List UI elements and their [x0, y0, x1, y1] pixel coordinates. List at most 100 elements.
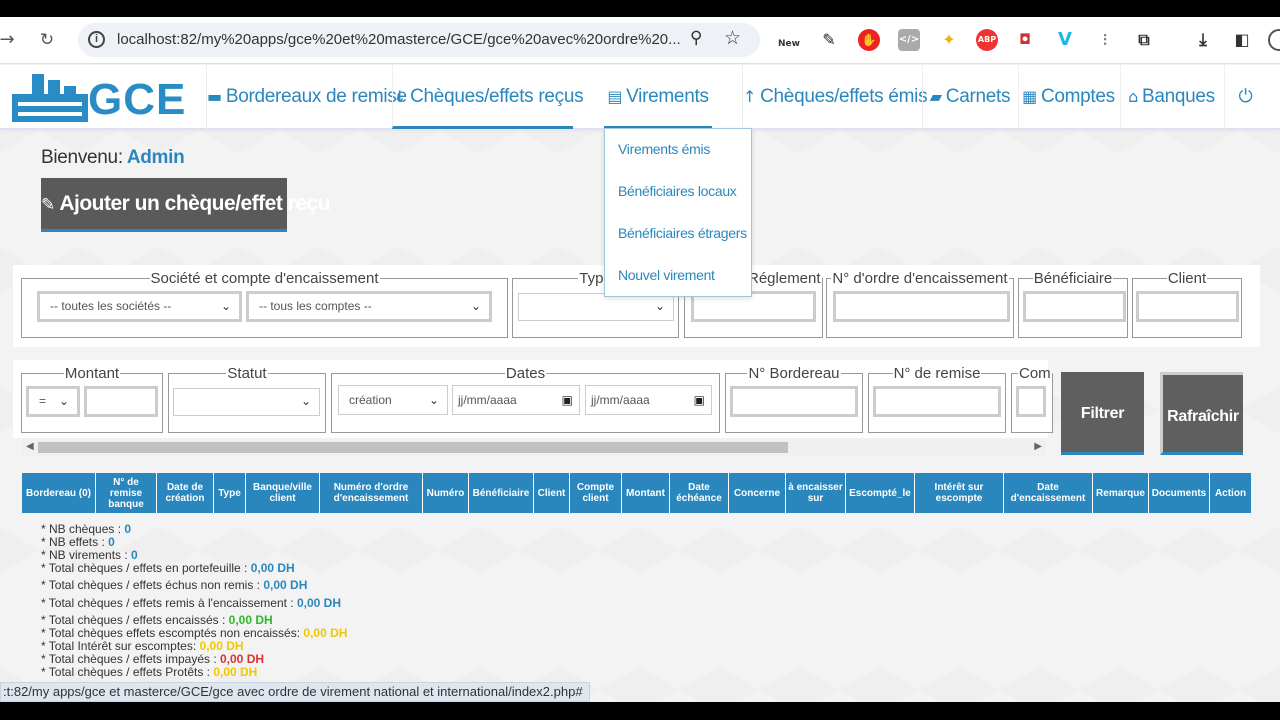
dropdown-virements-emis[interactable]: Virements émis [618, 141, 710, 157]
th-compte-client[interactable]: Compte client [570, 473, 622, 513]
browser-toolbar: → ↻ i localhost:82/my%20apps/gce%20et%20… [0, 17, 1280, 64]
stat-line: * Total chèques / effets en portefeuille… [41, 561, 295, 575]
dropdown-beneficiaires-locaux[interactable]: Bénéficiaires locaux [618, 183, 737, 199]
compte-select[interactable]: -- tous les comptes -- ⌄ [246, 291, 492, 322]
profile-icon[interactable] [1268, 29, 1280, 51]
address-text[interactable]: localhost:82/my%20apps/gce%20et%20master… [117, 31, 681, 48]
com-input[interactable] [1016, 386, 1046, 417]
scroll-left-icon[interactable]: ◀ [26, 441, 34, 452]
site-info-icon[interactable]: i [88, 31, 105, 48]
th-escompte-le[interactable]: Escompté_le [846, 473, 915, 513]
refresh-button[interactable]: Rafraîchir [1160, 372, 1243, 455]
beneficiaire-input[interactable] [1023, 291, 1126, 322]
zoom-icon[interactable]: ⚲ [690, 28, 702, 48]
th-date-echeance[interactable]: Date échéance [670, 473, 729, 513]
address-bar[interactable]: i localhost:82/my%20apps/gce%20et%20mast… [78, 23, 760, 57]
stat-line: * Total chèques / effets Protêts : 0,00 … [41, 665, 257, 679]
montant-input[interactable] [84, 386, 158, 417]
stat-line: * Total chèques / effets encaissés : 0,0… [41, 613, 273, 627]
menu-banques[interactable]: ⌂ Banques [1120, 65, 1222, 129]
th-documents[interactable]: Documents [1149, 473, 1210, 513]
ordre-input[interactable] [833, 291, 1010, 322]
code-extension-icon[interactable]: </> [898, 29, 920, 51]
bordereau-input[interactable] [730, 386, 858, 417]
th-client[interactable]: Client [534, 473, 570, 513]
th-concerne[interactable]: Concerne [729, 473, 786, 513]
eyedropper-icon[interactable]: ✎ [818, 29, 840, 51]
montant-legend: Montant [64, 365, 120, 382]
equalizer-icon[interactable]: ⫶ [1094, 29, 1116, 51]
extensions-puzzle-icon[interactable]: ⧉ [1133, 29, 1155, 51]
com-legend: Com [1019, 365, 1051, 382]
horizontal-scrollbar[interactable]: ◀ ▶ [22, 439, 1046, 456]
th-date-creation[interactable]: Date de création [157, 473, 214, 513]
adblock-icon[interactable]: ABP [976, 29, 998, 51]
statut-legend: Statut [227, 365, 267, 382]
sidepanel-icon[interactable]: ◧ [1231, 29, 1253, 51]
th-banque-ville[interactable]: Banque/ville client [246, 473, 320, 513]
book-icon: ▰ [929, 87, 942, 106]
reload-icon[interactable]: ↻ [36, 29, 58, 51]
stat-label: * Total chèques / effets échus non remis… [41, 578, 264, 592]
th-interet-escompte[interactable]: Intérêt sur escompte [915, 473, 1004, 513]
menu-cheques-emis[interactable]: ↑ Chèques/effets émis [742, 65, 928, 129]
calendar-icon[interactable]: ▣ [562, 386, 573, 414]
stat-label: * Total chèques / effets Protêts : [41, 665, 214, 679]
th-remarque[interactable]: Remarque [1093, 473, 1149, 513]
calendar-icon[interactable]: ▣ [694, 386, 705, 414]
broom-icon[interactable]: ✦ [938, 29, 960, 51]
menu-bordereaux[interactable]: ▬ Bordereaux de remise [206, 65, 407, 129]
bookmark-star-icon[interactable]: ☆ [724, 27, 741, 49]
date-from-input[interactable]: jj/mm/aaaa ▣ [452, 385, 580, 415]
dropdown-nouvel-virement[interactable]: Nouvel virement [618, 267, 715, 283]
menu-comptes[interactable]: ▦ Comptes [1018, 65, 1118, 129]
forward-icon[interactable]: → [0, 29, 18, 51]
shield-extension-icon[interactable]: ◘ [1014, 29, 1036, 51]
add-cheque-button[interactable]: ✎ Ajouter un chèque/effet reçu [41, 178, 331, 232]
montant-operator-select[interactable]: = ⌄ [26, 386, 80, 417]
th-numero-ordre[interactable]: Numéro d'ordre d'encaissement [320, 473, 423, 513]
stat-value: 0 [108, 535, 115, 549]
menu-virements[interactable]: ▤ Virements [604, 65, 712, 129]
stat-line: * NB chèques : 0 [41, 522, 131, 536]
vimeo-icon[interactable]: V [1054, 29, 1076, 51]
logo-text: GCE [88, 75, 187, 124]
dropdown-beneficiaires-etrangers[interactable]: Bénéficiaires étragers [618, 225, 747, 241]
stat-label: * Total Intérêt sur escomptes: [41, 639, 200, 653]
th-beneficiaire[interactable]: Bénéficiaire [469, 473, 534, 513]
dates-type-select[interactable]: création ⌄ [338, 385, 448, 415]
statut-select[interactable]: ⌄ [173, 388, 320, 416]
scrollbar-thumb[interactable] [38, 442, 788, 453]
menu-cheques-recus[interactable]: ↓ Chèques/effets reçus [392, 65, 584, 129]
th-date-encaissement[interactable]: Date d'encaissement [1004, 473, 1093, 513]
remise-input[interactable] [873, 386, 1001, 417]
scroll-right-icon[interactable]: ▶ [1034, 441, 1042, 452]
th-encaisser-sur[interactable]: à encaisser sur [786, 473, 846, 513]
th-type[interactable]: Type [214, 473, 246, 513]
arrow-up-icon: ↑ [743, 87, 757, 106]
date-to-input[interactable]: jj/mm/aaaa ▣ [585, 385, 712, 415]
stat-value: 0 [124, 522, 132, 536]
menu-carnets[interactable]: ▰ Carnets [922, 65, 1017, 129]
th-numero[interactable]: Numéro [423, 473, 469, 513]
type-select[interactable]: ⌄ [518, 293, 674, 321]
top-black-bar [0, 0, 1280, 17]
th-montant[interactable]: Montant [622, 473, 670, 513]
power-icon[interactable]: ⏻ [1224, 65, 1266, 129]
stat-line: * NB virements : 0 [41, 548, 138, 562]
th-action[interactable]: Action [1210, 473, 1251, 513]
download-icon[interactable]: ⤓ [1192, 29, 1214, 51]
new-extension-icon[interactable]: New [778, 29, 800, 51]
societe-select[interactable]: -- toutes les sociétés -- ⌄ [37, 291, 242, 322]
filter-button[interactable]: Filtrer [1061, 372, 1144, 455]
stat-value: 0,00 DH [263, 578, 308, 592]
stop-extension-icon[interactable]: ✋ [858, 29, 880, 51]
th-remise-banque[interactable]: N° de remise banque [96, 473, 157, 513]
gce-logo[interactable]: GCE [10, 72, 185, 124]
client-input[interactable] [1136, 291, 1239, 322]
stat-value: 0,00 DH [250, 561, 295, 575]
stat-label: * Total chèques / effets remis à l'encai… [41, 596, 297, 610]
welcome-user: Admin [126, 147, 185, 168]
stat-value: 0,00 DH [220, 652, 265, 666]
th-bordereau[interactable]: Bordereau (0) [22, 473, 96, 513]
